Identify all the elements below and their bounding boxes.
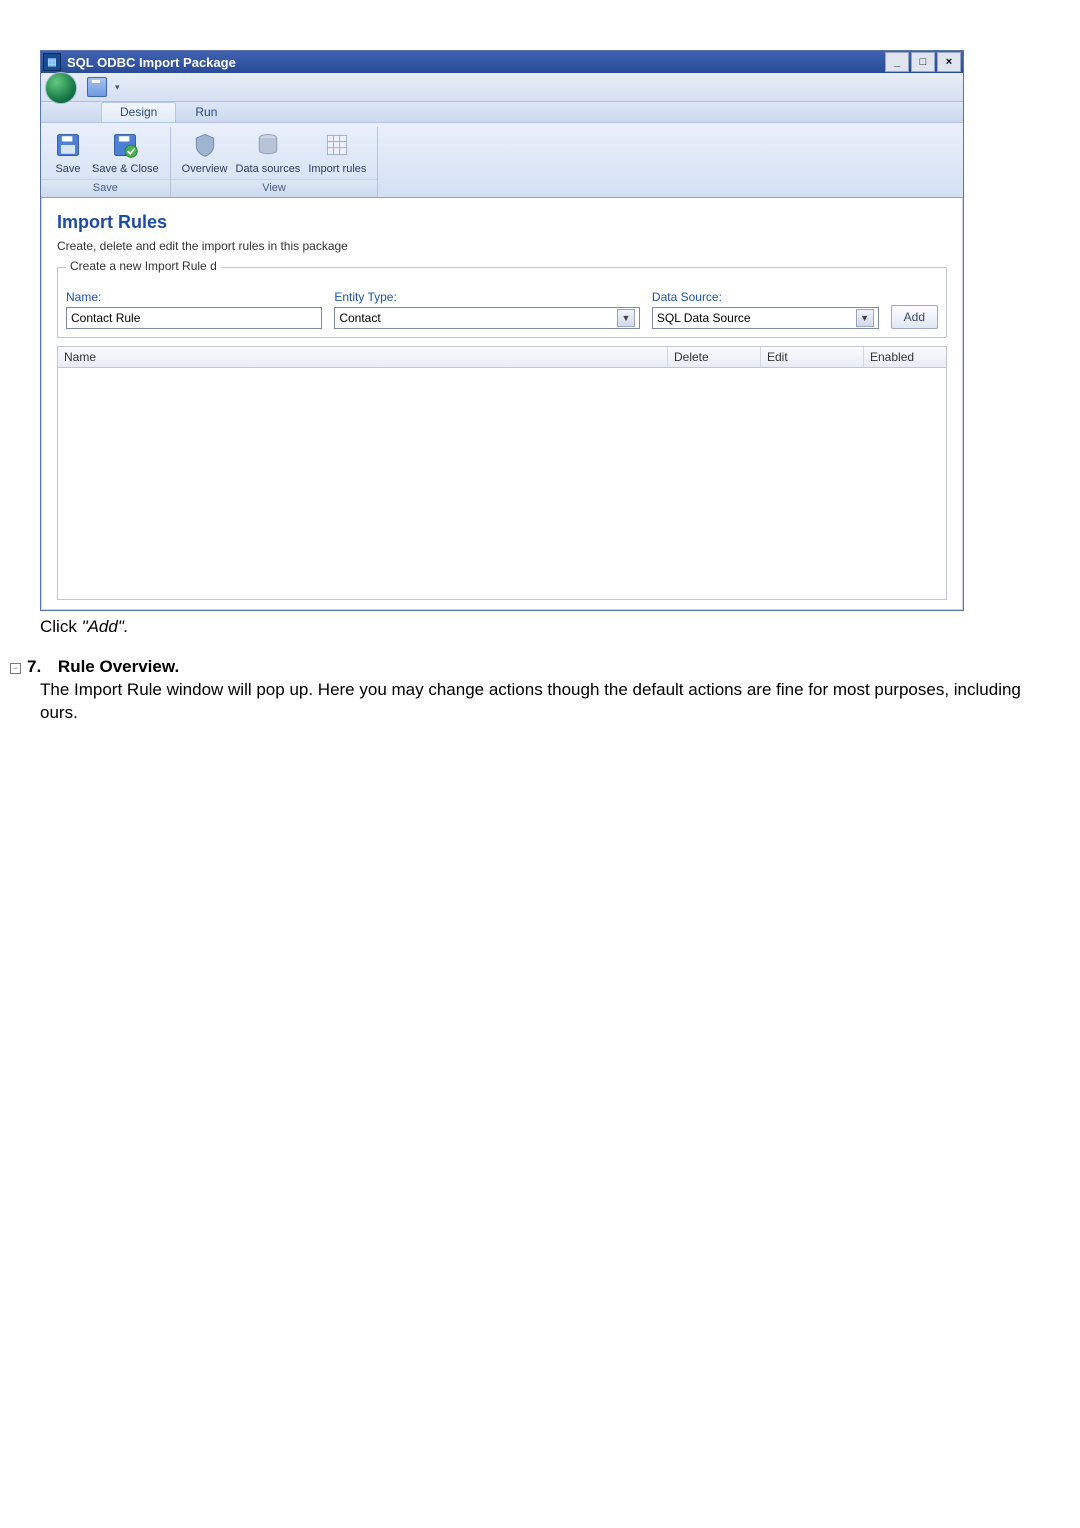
ribbon: Save Save & Close Save (41, 123, 963, 198)
label-entity-type: Entity Type: (334, 290, 640, 304)
label-data-source: Data Source: (652, 290, 879, 304)
save-icon (52, 129, 84, 161)
step-heading: − 7. Rule Overview. (10, 657, 1040, 677)
import-rules-button[interactable]: Import rules (305, 129, 369, 175)
grid-icon (321, 129, 353, 161)
save-button[interactable]: Save (49, 129, 87, 175)
office-orb[interactable] (45, 72, 77, 104)
app-window: ▦ SQL ODBC Import Package _ □ × ▾ Design… (40, 50, 964, 611)
add-button[interactable]: Add (891, 305, 938, 329)
data-sources-button[interactable]: Data sources (233, 129, 304, 175)
qat-customize-icon[interactable]: ▾ (111, 82, 124, 93)
ribbon-group-label: Save (41, 179, 170, 197)
collapse-icon[interactable]: − (10, 663, 21, 674)
close-button[interactable]: × (937, 52, 961, 72)
title-bar: ▦ SQL ODBC Import Package _ □ × (41, 51, 963, 73)
page-subtitle: Create, delete and edit the import rules… (57, 239, 947, 253)
label-name: Name: (66, 290, 322, 304)
ribbon-group-save: Save Save & Close Save (41, 127, 171, 197)
tab-design[interactable]: Design (101, 102, 176, 122)
ribbon-group-label: View (171, 179, 378, 197)
shield-icon (189, 129, 221, 161)
ribbon-tabs: Design Run (41, 102, 963, 123)
window-title: SQL ODBC Import Package (67, 55, 236, 70)
save-close-button[interactable]: Save & Close (89, 129, 162, 175)
data-source-select[interactable]: SQL Data Source ▼ (652, 307, 879, 329)
step-body: The Import Rule window will pop up. Here… (40, 679, 1040, 725)
entity-type-select[interactable]: Contact ▼ (334, 307, 640, 329)
maximize-button[interactable]: □ (911, 52, 935, 72)
app-icon: ▦ (43, 53, 61, 71)
group-legend: Create a new Import Rule d (66, 259, 221, 273)
create-rule-group: Create a new Import Rule d Name: Contact… (57, 267, 947, 338)
minimize-button[interactable]: _ (885, 52, 909, 72)
tab-run[interactable]: Run (176, 102, 236, 122)
ribbon-group-view: Overview Data sources Import rules (171, 127, 379, 197)
save-close-icon (109, 129, 141, 161)
content-area: Import Rules Create, delete and edit the… (41, 198, 963, 610)
screenshot-caption: Click "Add". (40, 617, 1040, 637)
col-delete[interactable]: Delete (668, 347, 761, 367)
col-name[interactable]: Name (58, 347, 668, 367)
grid-header: Name Delete Edit Enabled (58, 347, 946, 368)
database-icon (252, 129, 284, 161)
page-title: Import Rules (57, 212, 947, 233)
col-enabled[interactable]: Enabled (864, 347, 946, 367)
col-edit[interactable]: Edit (761, 347, 864, 367)
name-input[interactable]: Contact Rule (66, 307, 322, 329)
rules-grid: Name Delete Edit Enabled (57, 346, 947, 600)
overview-button[interactable]: Overview (179, 129, 231, 175)
qat-save-icon[interactable] (87, 77, 107, 97)
chevron-down-icon: ▼ (617, 309, 635, 327)
quick-access-toolbar: ▾ (41, 73, 963, 102)
chevron-down-icon: ▼ (856, 309, 874, 327)
